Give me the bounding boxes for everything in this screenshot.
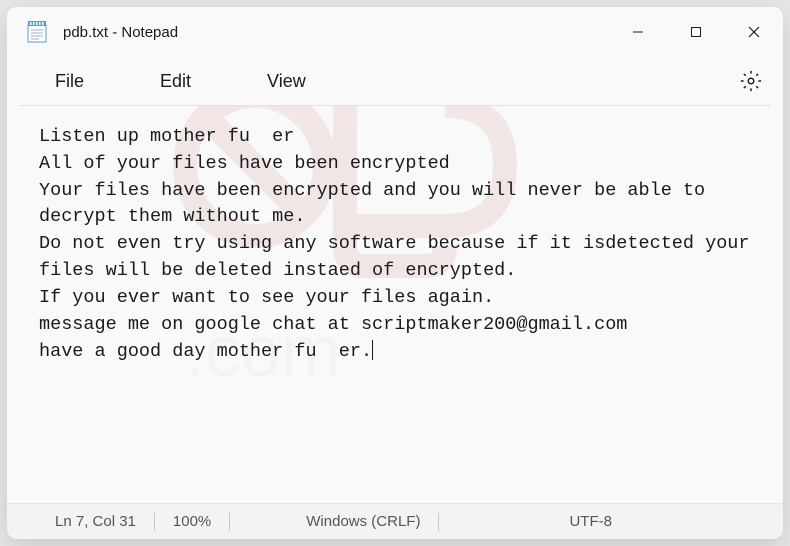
window-title: pdb.txt - Notepad	[63, 24, 609, 41]
window-controls	[609, 7, 783, 57]
menu-edit[interactable]: Edit	[136, 63, 215, 100]
status-encoding: UTF-8	[569, 513, 630, 530]
status-zoom[interactable]: 100%	[173, 513, 229, 530]
text-cursor	[372, 340, 373, 360]
notepad-window: .com pdb.txt - Notepad	[7, 7, 783, 539]
gear-icon	[740, 70, 762, 92]
minimize-icon	[632, 26, 644, 38]
status-line-ending: Windows (CRLF)	[306, 513, 438, 530]
maximize-button[interactable]	[667, 7, 725, 57]
close-button[interactable]	[725, 7, 783, 57]
statusbar: Ln 7, Col 31 100% Windows (CRLF) UTF-8	[7, 503, 783, 539]
editor-content: Listen up mother fu er All of your files…	[39, 126, 761, 362]
minimize-button[interactable]	[609, 7, 667, 57]
menu-view[interactable]: View	[243, 63, 330, 100]
titlebar[interactable]: pdb.txt - Notepad	[7, 7, 783, 57]
notepad-icon	[27, 21, 47, 43]
status-position: Ln 7, Col 31	[55, 513, 154, 530]
menu-file[interactable]: File	[31, 63, 108, 100]
menubar: File Edit View	[7, 57, 783, 105]
settings-button[interactable]	[731, 61, 771, 101]
maximize-icon	[690, 26, 702, 38]
close-icon	[748, 26, 760, 38]
text-editor[interactable]: Listen up mother fu er All of your files…	[7, 106, 783, 503]
